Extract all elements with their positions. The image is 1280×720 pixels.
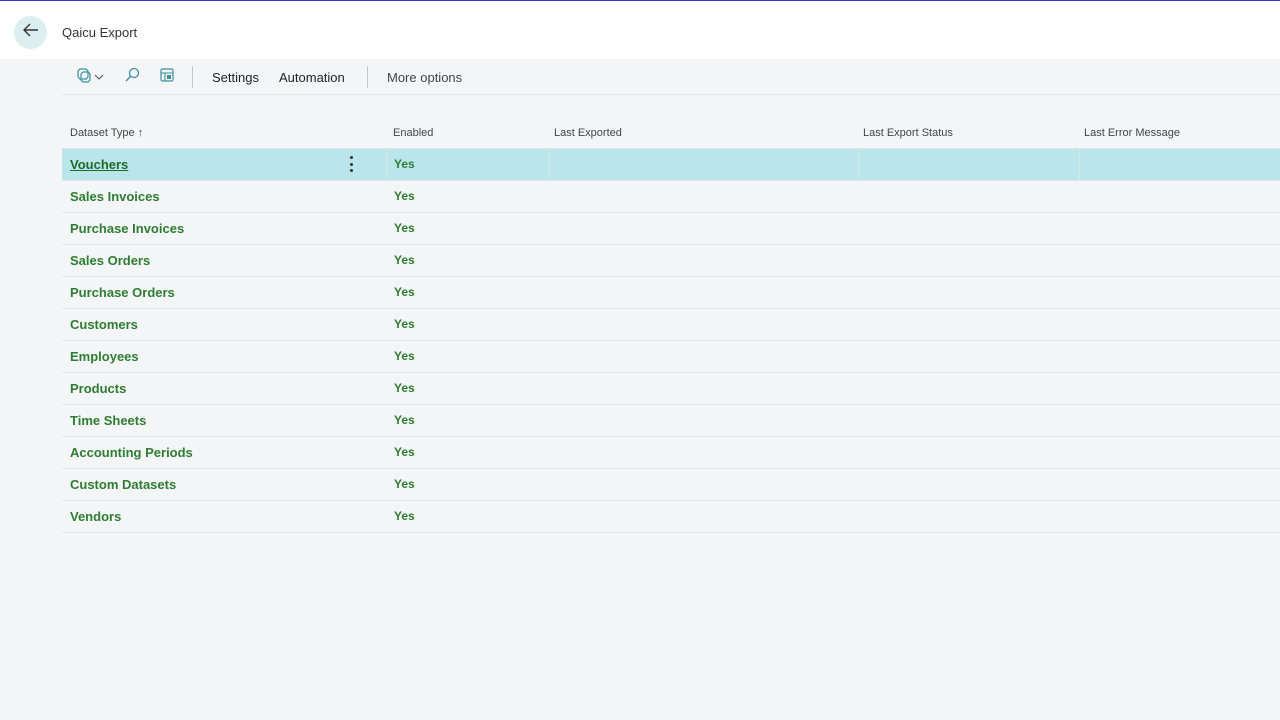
enabled-value: Yes	[394, 253, 415, 267]
copilot-icon	[76, 67, 92, 88]
column-header-last-export-status[interactable]: Last Export Status	[863, 127, 953, 139]
sort-ascending-icon: ↑	[137, 127, 144, 139]
dataset-type-link[interactable]: Sales Orders	[70, 253, 150, 268]
table-row[interactable]: Products Yes	[62, 373, 1280, 405]
table-row[interactable]: Purchase Orders Yes	[62, 277, 1280, 309]
table-row[interactable]: Custom Datasets Yes	[62, 469, 1280, 501]
enabled-value: Yes	[394, 509, 415, 523]
dataset-type-link[interactable]: Vendors	[70, 509, 121, 524]
cell-divider	[1079, 149, 1080, 180]
dataset-type-link[interactable]: Purchase Orders	[70, 285, 175, 300]
cell-divider	[549, 149, 550, 180]
page-title: Qaicu Export	[62, 25, 138, 40]
enabled-value: Yes	[394, 221, 415, 235]
dataset-type-link[interactable]: Accounting Periods	[70, 445, 193, 460]
enabled-value: Yes	[394, 317, 415, 331]
table-row[interactable]: Purchase Invoices Yes	[62, 213, 1280, 245]
table-row[interactable]: Vendors Yes	[62, 501, 1280, 533]
enabled-value: Yes	[394, 445, 415, 459]
page-header: Qaicu Export	[0, 1, 1280, 59]
column-header-enabled[interactable]: Enabled	[393, 127, 433, 139]
column-header-last-exported[interactable]: Last Exported	[554, 127, 622, 139]
dataset-type-link[interactable]: Time Sheets	[70, 413, 146, 428]
cell-divider	[386, 149, 387, 180]
search-button[interactable]	[122, 67, 142, 87]
table-row[interactable]: Sales Orders Yes	[62, 245, 1280, 277]
enabled-value: Yes	[394, 349, 415, 363]
search-icon	[124, 67, 140, 88]
action-bar: Settings Automation More options	[62, 61, 1280, 95]
dataset-type-link[interactable]: Employees	[70, 349, 139, 364]
chevron-down-icon	[94, 68, 104, 86]
column-header-label: Dataset Type	[70, 127, 135, 139]
enabled-value: Yes	[394, 189, 415, 203]
back-button[interactable]	[14, 16, 47, 49]
table-row[interactable]: Sales Invoices Yes	[62, 181, 1280, 213]
toolbar-separator	[367, 66, 368, 88]
table-row[interactable]: Employees Yes	[62, 341, 1280, 373]
copilot-button[interactable]	[74, 67, 106, 87]
grid-header: Dataset Type ↑ Enabled Last Exported Las…	[62, 120, 1280, 148]
enabled-value: Yes	[394, 285, 415, 299]
automation-menu[interactable]: Automation	[279, 70, 345, 85]
more-options-menu[interactable]: More options	[387, 70, 462, 85]
edit-list-button[interactable]	[157, 67, 177, 87]
dataset-type-link[interactable]: Customers	[70, 317, 138, 332]
dataset-type-link[interactable]: Sales Invoices	[70, 189, 160, 204]
table-row[interactable]: Vouchers Yes	[62, 148, 1280, 181]
cell-divider	[858, 149, 859, 180]
column-header-dataset-type[interactable]: Dataset Type ↑	[70, 127, 143, 139]
table-row[interactable]: Customers Yes	[62, 309, 1280, 341]
dataset-grid: Dataset Type ↑ Enabled Last Exported Las…	[62, 120, 1280, 533]
toolbar-separator	[192, 66, 193, 88]
arrow-left-icon	[22, 23, 39, 42]
table-row[interactable]: Accounting Periods Yes	[62, 437, 1280, 469]
enabled-value: Yes	[394, 157, 415, 171]
dataset-type-link[interactable]: Vouchers	[70, 157, 128, 172]
row-actions-icon[interactable]	[346, 156, 356, 172]
settings-menu[interactable]: Settings	[212, 70, 259, 85]
dataset-type-link[interactable]: Products	[70, 381, 126, 396]
grid-rows: Vouchers Yes Sales Invoices Yes Purchase Inv…	[62, 148, 1280, 533]
dataset-type-link[interactable]: Purchase Invoices	[70, 221, 184, 236]
enabled-value: Yes	[394, 477, 415, 491]
table-row[interactable]: Time Sheets Yes	[62, 405, 1280, 437]
enabled-value: Yes	[394, 413, 415, 427]
dataset-type-link[interactable]: Custom Datasets	[70, 477, 176, 492]
column-header-last-error-message[interactable]: Last Error Message	[1084, 127, 1180, 139]
edit-list-icon	[159, 67, 175, 88]
enabled-value: Yes	[394, 381, 415, 395]
